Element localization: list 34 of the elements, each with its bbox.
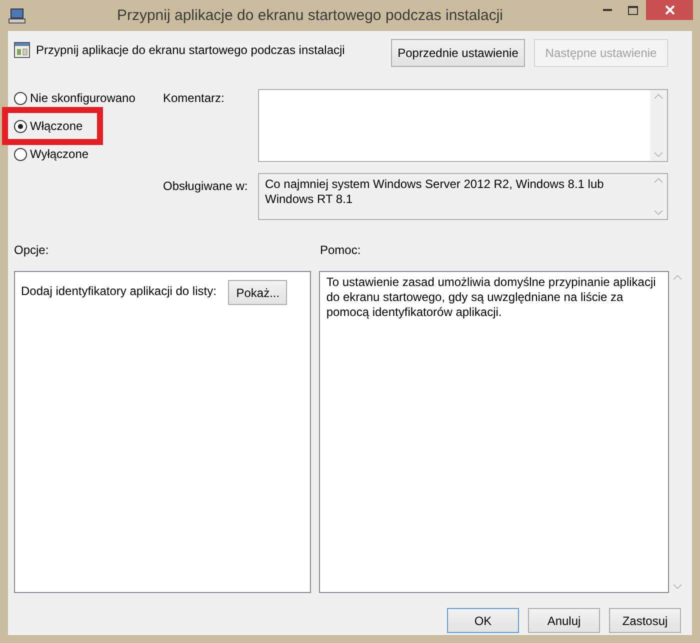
option-label: Dodaj identyfikatory aplikacji do listy: [21, 283, 216, 298]
scroll-up-icon[interactable] [654, 94, 663, 99]
radio-option[interactable]: Wyłączone [14, 147, 89, 161]
radio-button[interactable] [14, 120, 27, 132]
ok-button[interactable]: OK [447, 608, 519, 633]
scroll-down-icon[interactable] [654, 152, 663, 157]
comment-label: Komentarz: [163, 90, 226, 107]
close-button[interactable] [646, 0, 693, 20]
apply-button[interactable]: Zastosuj [609, 608, 681, 633]
scroll-down-icon[interactable] [673, 584, 682, 589]
radio-label: Włączone [30, 119, 83, 133]
close-icon [664, 5, 674, 15]
help-label: Pomoc: [320, 243, 361, 259]
previous-setting-button[interactable]: Poprzednie ustawienie [391, 39, 525, 67]
help-text: To ustawienie zasad umożliwia domyślne przypinanie aplikacji do ekranu startowego, gdy są uwzględniane na liście za pomocą identyfikatorów aplikacji. [325, 274, 657, 321]
scroll-up-icon[interactable] [654, 178, 663, 182]
show-button[interactable]: Pokaż... [228, 280, 288, 305]
scroll-up-icon[interactable] [673, 275, 682, 280]
minimize-icon [602, 9, 612, 11]
supported-text: Co najmniej system Windows Server 2012 R2, Windows 8.1 lub Windows RT 8.1 [264, 176, 605, 208]
options-label: Opcje: [14, 243, 50, 259]
radio-label: Wyłączone [30, 147, 89, 161]
scroll-down-icon[interactable] [654, 210, 663, 214]
window-title: Przypnij aplikacje do ekranu startowego podczas instalacji [116, 7, 504, 24]
radio-option[interactable]: Włączone [2, 107, 103, 145]
maximize-icon [628, 6, 638, 14]
app-icon [8, 8, 26, 24]
radio-button[interactable] [14, 92, 27, 104]
supported-label: Obsługiwane w: [163, 178, 249, 194]
comment-field[interactable] [258, 89, 668, 162]
cancel-button[interactable]: Anuluj [528, 608, 600, 633]
radio-button[interactable] [14, 148, 27, 160]
policy-title: Przypnij aplikacje do ekranu startowego podczas instalacji [36, 43, 346, 57]
policy-icon [14, 42, 30, 58]
